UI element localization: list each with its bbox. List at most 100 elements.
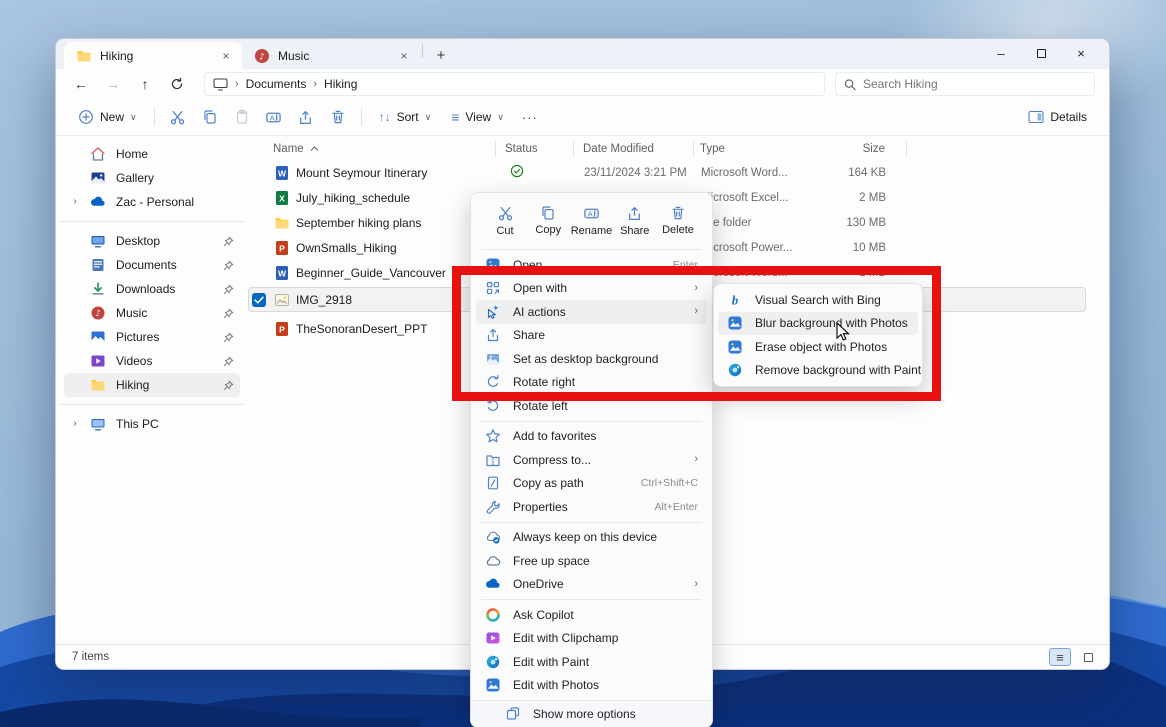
menu-item-edit-with-clipchamp[interactable]: Edit with Clipchamp [476, 627, 707, 651]
delete-menu-button[interactable]: Delete [658, 202, 698, 240]
music-icon: ♪ [90, 305, 106, 321]
sidebar-item-hiking[interactable]: Hiking [64, 373, 240, 397]
cut-button[interactable] [164, 103, 192, 131]
column-divider[interactable] [495, 141, 496, 157]
photos-app-icon [485, 677, 501, 693]
share-button[interactable] [292, 103, 320, 131]
breadcrumb-sep-icon: › [313, 79, 317, 90]
excel-file-icon: X [274, 190, 290, 206]
cut-menu-button[interactable]: Cut [485, 202, 525, 240]
svg-text:♪: ♪ [95, 309, 100, 319]
menu-item-edit-with-photos[interactable]: Edit with Photos [476, 674, 707, 698]
column-date-modified[interactable]: Date Modified [583, 143, 700, 155]
column-size[interactable]: Size [825, 143, 885, 155]
svg-text:W: W [278, 268, 287, 278]
menu-item-show-more-options[interactable]: Show more options [471, 701, 712, 727]
copy-menu-button[interactable]: Copy [528, 202, 568, 240]
trash-icon [670, 205, 686, 221]
details-view-toggle[interactable]: ≡ [1049, 648, 1071, 666]
chevron-right-icon[interactable]: › [70, 419, 80, 429]
column-name[interactable]: Name [273, 143, 505, 155]
menu-item-always-keep-on-device[interactable]: Always keep on this device [476, 526, 707, 550]
chevron-down-icon: ∨ [425, 113, 432, 122]
tab-music[interactable]: ♪ Music × [242, 42, 420, 69]
svg-text:W: W [278, 168, 287, 178]
sidebar-item-music[interactable]: ♪ Music [64, 301, 240, 325]
powerpoint-file-icon: P [274, 240, 290, 256]
thumbnail-view-toggle[interactable] [1077, 648, 1099, 666]
search-box[interactable] [835, 72, 1095, 96]
word-file-icon: W [274, 265, 290, 281]
up-button[interactable]: ↑ [130, 72, 160, 96]
new-button[interactable]: New ∨ [70, 103, 145, 131]
menu-separator [481, 249, 702, 250]
checkbox-checked[interactable] [252, 293, 266, 307]
onedrive-cloud-icon [485, 576, 501, 592]
chevron-right-icon: › [694, 454, 698, 465]
close-tab-icon[interactable]: × [396, 48, 412, 64]
search-input[interactable] [863, 77, 1086, 91]
forward-button[interactable]: → [98, 72, 128, 96]
menu-item-free-up-space[interactable]: Free up space [476, 549, 707, 573]
column-divider[interactable] [693, 141, 694, 157]
paste-button[interactable] [228, 103, 256, 131]
sidebar-item-videos[interactable]: Videos [64, 349, 240, 373]
sidebar-item-this-pc[interactable]: › This PC [64, 412, 240, 436]
sidebar-item-downloads[interactable]: Downloads [64, 277, 240, 301]
sort-button[interactable]: ↑↓ Sort ∨ [371, 103, 440, 131]
delete-button[interactable] [324, 103, 352, 131]
rename-menu-button[interactable]: A Rename [572, 202, 612, 240]
chevron-right-icon[interactable]: › [70, 197, 80, 207]
copy-as-path-icon [485, 475, 501, 491]
menu-item-add-to-favorites[interactable]: Add to favorites [476, 425, 707, 449]
column-divider[interactable] [906, 141, 907, 157]
pictures-icon [90, 329, 106, 345]
refresh-button[interactable] [162, 72, 192, 96]
chevron-down-icon: ∨ [497, 113, 504, 122]
back-button[interactable]: ← [66, 72, 96, 96]
tab-divider [422, 44, 423, 58]
column-divider[interactable] [573, 141, 574, 157]
minimize-button[interactable]: – [981, 39, 1021, 67]
sidebar-item-home[interactable]: Home [64, 142, 240, 166]
sidebar-item-onedrive-personal[interactable]: › Zac - Personal [64, 190, 240, 214]
new-tab-button[interactable]: + [429, 43, 453, 67]
breadcrumb[interactable]: › Documents › Hiking [204, 72, 825, 96]
pin-icon [223, 356, 234, 367]
toolbar-divider [154, 108, 155, 126]
sidebar-item-pictures[interactable]: Pictures [64, 325, 240, 349]
close-window-button[interactable]: × [1061, 39, 1101, 67]
column-status[interactable]: Status [505, 143, 583, 155]
column-type[interactable]: Type [700, 143, 825, 155]
maximize-button[interactable] [1021, 39, 1061, 67]
file-row[interactable]: W Mount Seymour Itinerary 23/11/2024 3:2… [248, 160, 1086, 185]
plus-circle-icon [78, 109, 94, 125]
menu-item-ask-copilot[interactable]: Ask Copilot [476, 603, 707, 627]
menu-item-compress-to[interactable]: Compress to... › [476, 448, 707, 472]
menu-item-properties[interactable]: Properties Alt+Enter [476, 495, 707, 519]
svg-text:♪: ♪ [259, 52, 265, 62]
image-file-icon [274, 292, 290, 308]
breadcrumb-documents[interactable]: Documents [246, 77, 307, 91]
menu-item-onedrive[interactable]: OneDrive › [476, 573, 707, 597]
sidebar-item-documents[interactable]: Documents [64, 253, 240, 277]
copy-button[interactable] [196, 103, 224, 131]
pin-icon [223, 284, 234, 295]
share-menu-button[interactable]: Share [615, 202, 655, 240]
rename-button[interactable]: A [260, 103, 288, 131]
copilot-icon [485, 607, 501, 623]
sidebar-item-desktop[interactable]: Desktop [64, 229, 240, 253]
sort-icon: ↑↓ [379, 111, 391, 123]
view-button[interactable]: ≡ View ∨ [443, 103, 512, 131]
breadcrumb-hiking[interactable]: Hiking [324, 77, 357, 91]
menu-item-copy-as-path[interactable]: Copy as path Ctrl+Shift+C [476, 472, 707, 496]
menu-item-edit-with-paint[interactable]: Edit with Paint [476, 650, 707, 674]
details-pane-button[interactable]: Details [1020, 103, 1095, 131]
close-tab-icon[interactable]: × [218, 48, 234, 64]
music-app-icon: ♪ [254, 48, 270, 64]
pin-icon [223, 332, 234, 343]
tab-hiking[interactable]: Hiking × [64, 42, 242, 69]
sidebar-item-gallery[interactable]: Gallery [64, 166, 240, 190]
more-options-button[interactable]: ··· [516, 103, 544, 131]
mouse-cursor [836, 322, 851, 343]
